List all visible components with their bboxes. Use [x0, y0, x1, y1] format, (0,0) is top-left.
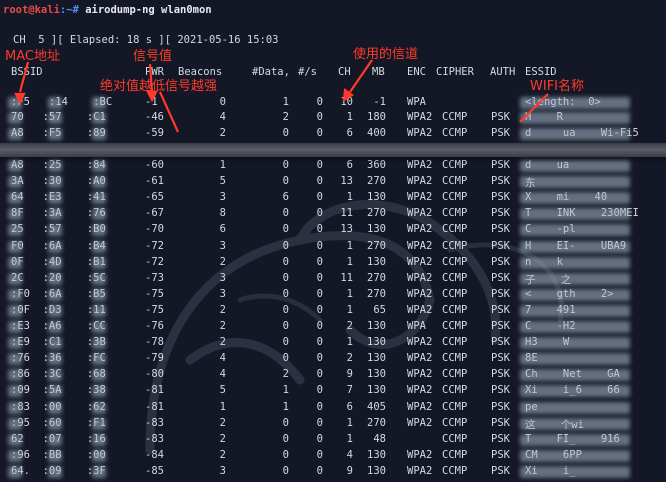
arrow-signal — [148, 63, 154, 93]
arrow-signal-head — [146, 90, 158, 103]
arrow-signal-2 — [158, 91, 180, 133]
arrow-mac — [18, 61, 30, 93]
arrow-wifi — [519, 93, 549, 123]
arrow-channel — [349, 59, 373, 93]
annotation-arrows — [14, 59, 549, 133]
arrow-mac-head — [14, 92, 26, 105]
